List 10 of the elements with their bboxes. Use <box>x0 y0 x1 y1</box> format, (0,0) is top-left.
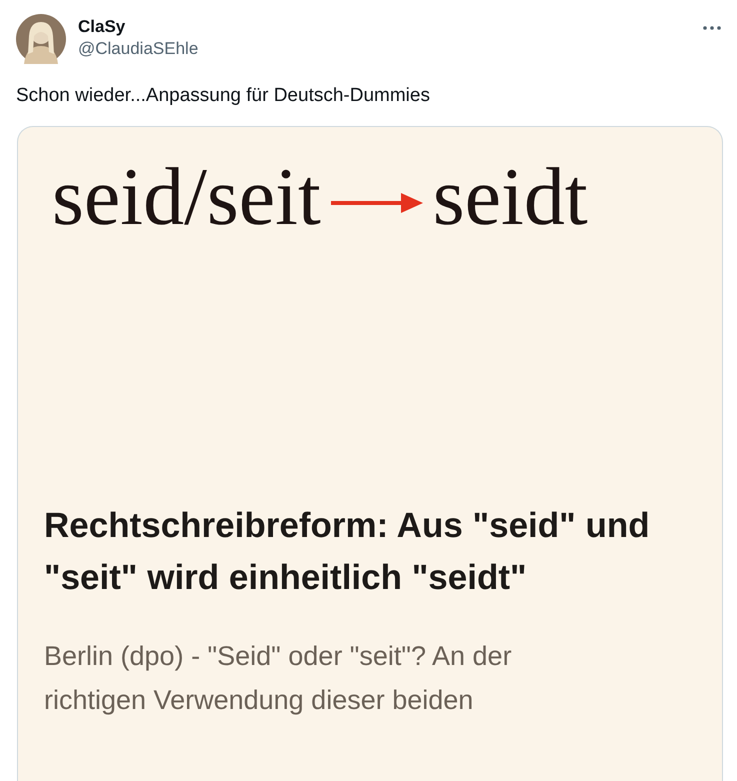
article-headline: Rechtschreibreform: Aus "seid" und "seit" wird einheitlich "seidt" <box>44 505 651 599</box>
tweet-text: Schon wieder...Anpassung für Deutsch-Dummies <box>16 84 431 108</box>
arrow-icon <box>330 191 423 215</box>
avatar[interactable] <box>16 14 66 64</box>
author-name[interactable]: ClaSy <box>78 16 689 38</box>
header-text: seid/seit <box>52 150 321 244</box>
header-text: seidt <box>432 150 588 244</box>
media-card[interactable]: seid/seit seidt Rechtschreibreform: Aus "seid" und "seit" wird einheitlich "seidt" Berlin (dpo) - "Seid" oder "seit"? An der richtigen Verwendung dieser beiden <box>17 126 723 781</box>
author-handle[interactable]: @ClaudiaSEhle <box>78 38 689 60</box>
article-body: Berlin (dpo) - "Seid" oder "seit"? An der richtigen Verwendung dieser beiden <box>44 640 513 717</box>
